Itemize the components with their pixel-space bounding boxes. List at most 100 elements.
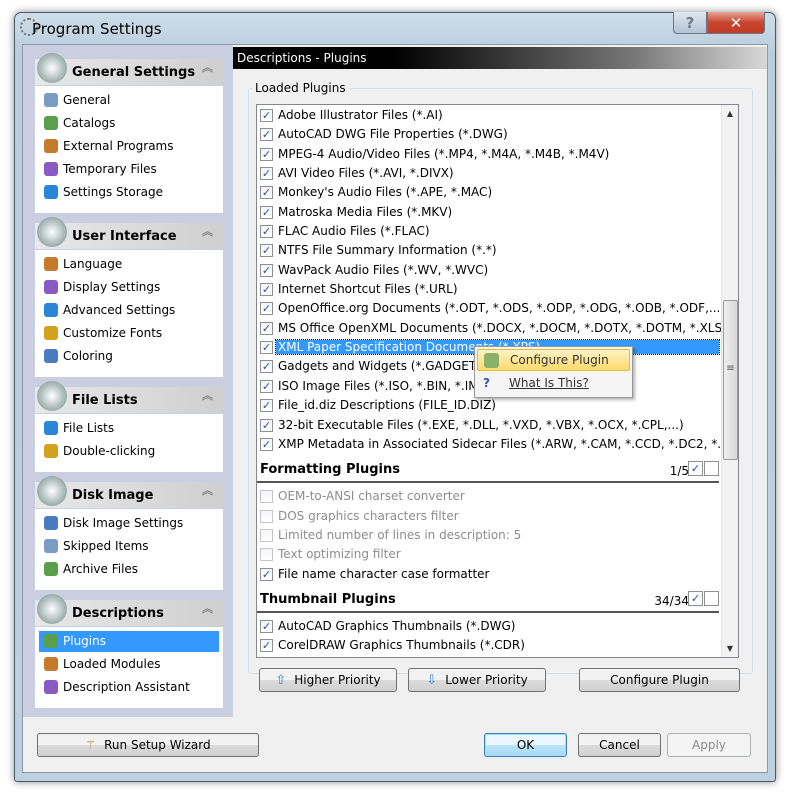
plugin-checkbox[interactable] xyxy=(260,548,273,562)
plugin-checkbox[interactable]: ✓ xyxy=(260,437,273,451)
menu-item-configure-plugin[interactable]: Configure Plugin xyxy=(477,349,630,371)
ok-button[interactable]: OK xyxy=(484,733,567,757)
plugin-row[interactable]: ✓ XMP Metadata in Associated Sidecar File… xyxy=(257,435,721,454)
sidebar-item-skipped-items[interactable]: Skipped Items xyxy=(39,536,219,557)
sidebar-item-coloring[interactable]: Coloring xyxy=(39,346,219,367)
item-icon xyxy=(44,680,58,694)
sidebar-item-archive-files[interactable]: Archive Files xyxy=(39,559,219,580)
sidebar-item-double-clicking[interactable]: Double-clicking xyxy=(39,441,219,462)
plugin-label: AutoCAD DWG File Properties (*.DWG) xyxy=(278,127,508,142)
sidebar-item-customize-fonts[interactable]: Customize Fonts xyxy=(39,323,219,344)
configure-plugin-button[interactable]: Configure Plugin xyxy=(579,668,740,692)
plugin-checkbox[interactable]: ✓ xyxy=(260,360,273,374)
run-setup-wizard-button[interactable]: ⚚ Run Setup Wizard xyxy=(37,733,259,757)
plugin-checkbox[interactable]: ✓ xyxy=(260,225,273,239)
formatting-row[interactable]: Limited number of lines in description: … xyxy=(257,526,721,545)
sidebar-item-plugins[interactable]: Plugins xyxy=(39,631,219,652)
sidebar-item-advanced-settings[interactable]: Advanced Settings xyxy=(39,300,219,321)
plugin-row[interactable]: ✓ Adobe Illustrator Files (*.AI) xyxy=(257,106,721,125)
sidebar-item-external-programs[interactable]: External Programs xyxy=(39,136,219,157)
plugin-checkbox[interactable] xyxy=(260,509,273,523)
sidebar-item-file-lists[interactable]: File Lists xyxy=(39,418,219,439)
sidebar-group-user-interface[interactable]: User Interface ︽ xyxy=(35,217,223,249)
plugin-checkbox[interactable] xyxy=(260,490,273,504)
formatting-row[interactable]: OEM-to-ANSI charset converter xyxy=(257,487,721,506)
check-all-checkbox[interactable]: ✓ xyxy=(688,590,703,606)
sidebar-item-display-settings[interactable]: Display Settings xyxy=(39,277,219,298)
item-icon xyxy=(44,162,58,176)
collapse-chevron-icon[interactable]: ︽ xyxy=(202,226,213,237)
plugin-checkbox[interactable]: ✓ xyxy=(260,321,273,335)
help-button[interactable]: ? xyxy=(673,12,707,34)
check-all-checkbox[interactable]: ✓ xyxy=(688,461,703,477)
formatting-row[interactable]: DOS graphics characters filter xyxy=(257,507,721,526)
plugin-row[interactable]: ✓ Monkey's Audio Files (*.APE, *.MAC) xyxy=(257,183,721,202)
plugin-row[interactable]: ✓ Internet Shortcut Files (*.URL) xyxy=(257,280,721,299)
plugin-checkbox[interactable]: ✓ xyxy=(260,283,273,297)
plugin-checkbox[interactable]: ✓ xyxy=(260,639,273,653)
uncheck-all-checkbox[interactable] xyxy=(704,590,719,606)
plugin-row[interactable]: ✓ File_id.diz Descriptions (FILE_ID.DIZ) xyxy=(257,396,721,415)
close-button[interactable]: ✕ xyxy=(707,12,765,34)
plugin-checkbox[interactable]: ✓ xyxy=(260,167,273,181)
plugin-row[interactable]: ✓ AVI Video Files (*.AVI, *.DIVX) xyxy=(257,164,721,183)
plugin-row[interactable]: ✓ WavPack Audio Files (*.WV, *.WVC) xyxy=(257,261,721,280)
sidebar-group-disk-image[interactable]: Disk Image ︽ xyxy=(35,476,223,508)
plugin-checkbox[interactable]: ✓ xyxy=(260,379,273,393)
plugin-checkbox[interactable]: ✓ xyxy=(260,186,273,200)
scroll-thumb[interactable]: ≡ xyxy=(723,300,738,460)
lower-priority-button[interactable]: ⇩ Lower Priority xyxy=(408,668,546,692)
plugin-row[interactable]: ✓ MS Office OpenXML Documents (*.DOCX, *.… xyxy=(257,319,721,338)
sidebar-item-settings-storage[interactable]: Settings Storage xyxy=(39,182,219,203)
plugin-checkbox[interactable]: ✓ xyxy=(260,619,273,633)
sidebar-item-label: Temporary Files xyxy=(63,162,157,176)
sidebar-group-general-settings[interactable]: General Settings ︽ xyxy=(35,53,223,85)
plugin-row[interactable]: ✓ MPEG-4 Audio/Video Files (*.MP4, *.M4A,… xyxy=(257,145,721,164)
formatting-row[interactable]: ✓ File name character case formatter xyxy=(257,565,721,584)
sidebar-item-general[interactable]: General xyxy=(39,90,219,111)
sidebar-group-descriptions[interactable]: Descriptions ︽ xyxy=(35,594,223,626)
thumbnail-row[interactable]: ✓ AutoCAD Graphics Thumbnails (*.DWG) xyxy=(257,617,721,636)
plugin-checkbox[interactable]: ✓ xyxy=(260,302,273,316)
scroll-up-arrow-icon[interactable]: ▲ xyxy=(722,105,738,122)
scroll-down-arrow-icon[interactable]: ▼ xyxy=(722,640,738,657)
sidebar-item-temporary-files[interactable]: Temporary Files xyxy=(39,159,219,180)
plugin-checkbox[interactable]: ✓ xyxy=(260,244,273,258)
plugin-checkbox[interactable]: ✓ xyxy=(260,341,273,355)
plugin-row[interactable]: ✓ Matroska Media Files (*.MKV) xyxy=(257,203,721,222)
formatting-plugins-header: Formatting Plugins 1/5 ✓ xyxy=(257,456,719,484)
collapse-chevron-icon[interactable]: ︽ xyxy=(202,390,213,401)
thumbnail-row[interactable]: ✓Digital Cameras Raw Files Thumbnails (*… xyxy=(257,656,721,657)
plugin-checkbox[interactable]: ✓ xyxy=(260,147,273,161)
thumbnail-row[interactable]: ✓ CorelDRAW Graphics Thumbnails (*.CDR) xyxy=(257,636,721,655)
sidebar-item-description-assistant[interactable]: Description Assistant xyxy=(39,677,219,698)
uncheck-all-checkbox[interactable] xyxy=(704,461,719,477)
scrollbar[interactable]: ▲ ≡ ▼ xyxy=(721,105,738,657)
apply-button[interactable]: Apply xyxy=(667,733,751,757)
plugin-checkbox[interactable]: ✓ xyxy=(260,399,273,413)
plugin-row[interactable]: ✓ FLAC Audio Files (*.FLAC) xyxy=(257,222,721,241)
plugin-checkbox[interactable] xyxy=(260,528,273,542)
menu-item-what-is-this[interactable]: ? What Is This? xyxy=(477,373,630,395)
plugin-row[interactable]: ✓ 32-bit Executable Files (*.EXE, *.DLL, … xyxy=(257,416,721,435)
plugin-checkbox[interactable]: ✓ xyxy=(260,418,273,432)
higher-priority-button[interactable]: ⇧ Higher Priority xyxy=(259,668,397,692)
collapse-chevron-icon[interactable]: ︽ xyxy=(202,603,213,614)
plugin-checkbox[interactable]: ✓ xyxy=(260,205,273,219)
sidebar-group-file-lists[interactable]: File Lists ︽ xyxy=(35,381,223,413)
collapse-chevron-icon[interactable]: ︽ xyxy=(202,485,213,496)
plugin-checkbox[interactable]: ✓ xyxy=(260,263,273,277)
sidebar-item-disk-image-settings[interactable]: Disk Image Settings xyxy=(39,513,219,534)
plugin-checkbox[interactable]: ✓ xyxy=(260,567,273,581)
sidebar-item-language[interactable]: Language xyxy=(39,254,219,275)
sidebar-item-loaded-modules[interactable]: Loaded Modules xyxy=(39,654,219,675)
plugin-row[interactable]: ✓ OpenOffice.org Documents (*.ODT, *.ODS,… xyxy=(257,299,721,318)
cancel-button[interactable]: Cancel xyxy=(578,733,661,757)
formatting-row[interactable]: Text optimizing filter xyxy=(257,545,721,564)
plugin-checkbox[interactable]: ✓ xyxy=(260,128,273,142)
plugin-row[interactable]: ✓ NTFS File Summary Information (*.*) xyxy=(257,241,721,260)
collapse-chevron-icon[interactable]: ︽ xyxy=(202,62,213,73)
plugin-checkbox[interactable]: ✓ xyxy=(260,109,273,122)
plugin-row[interactable]: ✓ AutoCAD DWG File Properties (*.DWG) xyxy=(257,125,721,144)
sidebar-item-catalogs[interactable]: Catalogs xyxy=(39,113,219,134)
